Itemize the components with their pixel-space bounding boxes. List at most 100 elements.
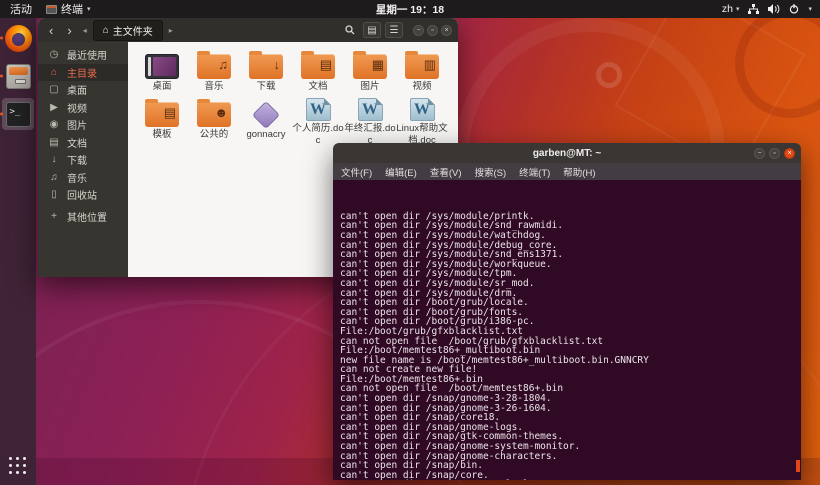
word-doc-letter: W [310,100,326,118]
path-scroll-right-icon[interactable]: ▸ [167,26,175,35]
home-icon: ⌂ [102,24,109,36]
file-item-label: 模板 [152,129,172,140]
file-item[interactable]: ▥ 视频 [396,50,448,98]
file-item-label: gonnacry [246,129,286,140]
menu-search[interactable]: 搜索(S) [474,165,506,179]
video-icon: ▶ [50,101,58,113]
terminal-scrollbar[interactable] [796,460,800,472]
file-item[interactable]: ♫ 音乐 [188,50,240,98]
back-button[interactable]: ‹ [44,24,58,37]
path-button-home[interactable]: ⌂ 主文件夹 [92,19,163,41]
file-item[interactable]: W 年终汇报.doc [344,98,396,146]
chevron-down-icon[interactable]: ▾ [808,5,812,13]
chevron-down-icon: ▾ [735,6,740,13]
sidebar-item-video[interactable]: ▶ 视频 [38,99,128,117]
volume-icon[interactable] [768,4,780,14]
sidebar-item-desktop-folder[interactable]: ▢ 桌面 [38,81,128,99]
app-menu-label: 终端 [61,4,83,16]
folder-emblem-icon: ▥ [423,57,436,72]
keyboard-layout-indicator[interactable]: zh ▾ [722,3,740,15]
file-item[interactable]: ↓ 下载 [240,50,292,98]
folder-icon: ▥ [405,51,439,79]
path-button-label: 主文件夹 [112,26,153,38]
sidebar-item-label: 回收站 [67,191,97,203]
path-scroll-left-icon[interactable]: ◂ [81,26,89,35]
maximize-button[interactable]: ▫ [769,147,780,159]
file-item-label: 下载 [256,81,276,92]
activities-button[interactable]: 活动 [10,1,32,17]
sidebar-item-label: 桌面 [67,86,87,98]
file-item[interactable]: 桌面 [136,50,188,98]
document-icon: ▤ [49,136,59,148]
sidebar-item-trash[interactable]: ▯ 回收站 [38,186,128,204]
sidebar-item-other-locations[interactable]: + 其他位置 [38,208,128,226]
minimize-button[interactable]: − [413,24,424,36]
close-button[interactable]: × [784,147,795,159]
download-icon: ↓ [51,154,57,166]
sidebar-item-music[interactable]: ♫ 音乐 [38,169,128,187]
file-item[interactable]: W 个人简历.doc [292,98,344,146]
file-item-label: 音乐 [204,81,224,92]
sidebar-item-label: 音乐 [67,173,87,185]
terminal-titlebar[interactable]: garben@MT: ~ − ▫ × [333,143,801,163]
trash-icon: ▯ [51,189,57,201]
running-indicator [0,112,3,116]
file-item-label: 文档 [308,81,328,92]
menu-view[interactable]: 查看(V) [430,165,462,179]
folder-icon: ▤ [145,99,179,127]
terminal-screen[interactable]: can't open dir /sys/module/printk. can't … [333,180,801,480]
menu-terminal[interactable]: 终端(T) [519,165,550,179]
network-icon[interactable] [748,4,760,14]
sidebar-item-label: 最近使用 [67,51,107,63]
view-toggle-button[interactable]: ▤ [363,22,381,38]
desktop-icon [145,54,179,79]
sidebar-item-label: 文档 [67,138,87,150]
file-item-label: 桌面 [152,81,172,92]
sidebar-item-label: 下载 [67,156,87,168]
file-item[interactable]: W Linux帮助文档.doc [396,98,448,146]
terminal-icon: >_ [5,101,31,127]
clock[interactable]: 星期一 19：18 [376,2,444,17]
folder-icon: ↓ [249,51,283,79]
file-item-label: 图片 [360,81,380,92]
word-document-icon: W [305,98,331,122]
files-icon [5,63,31,89]
file-item[interactable]: ▤ 文档 [292,50,344,98]
sidebar-item-camera[interactable]: ◉ 图片 [38,116,128,134]
folder-icon: ☻ [197,99,231,127]
sidebar-item-download[interactable]: ↓ 下载 [38,151,128,169]
file-item[interactable]: gonnacry [240,98,292,146]
sidebar-item-clock[interactable]: ◷ 最近使用 [38,46,128,64]
sidebar-item-document[interactable]: ▤ 文档 [38,134,128,152]
file-item-label: 公共的 [199,129,229,140]
file-item[interactable]: ☻ 公共的 [188,98,240,146]
desktop-folder-icon: ▢ [49,84,59,96]
sidebar-item-label: 视频 [67,103,87,115]
menu-edit[interactable]: 编辑(E) [385,165,417,179]
forward-button[interactable]: › [62,24,76,37]
file-item[interactable]: ▤ 模板 [136,98,188,146]
folder-emblem-icon: ▤ [319,57,332,72]
menu-file[interactable]: 文件(F) [341,165,372,179]
menu-help[interactable]: 帮助(H) [563,165,595,179]
dock-item-terminal[interactable]: >_ [0,98,34,130]
sidebar-item-home[interactable]: ⌂ 主目录 [38,63,128,81]
app-menu-button[interactable]: 终端 ▾ [46,1,91,17]
home-icon: ⌂ [50,66,58,78]
folder-icon: ▤ [301,51,335,79]
hamburger-icon: ☰ [389,24,399,36]
dock-item-files[interactable] [0,60,34,92]
file-item[interactable]: ▦ 图片 [344,50,396,98]
search-button[interactable] [341,22,359,38]
binary-file-icon [252,101,280,129]
close-button[interactable]: × [441,24,452,36]
top-bar: 活动 终端 ▾ 星期一 19：18 zh ▾ ▾ [0,0,820,18]
firefox-icon [4,24,32,52]
dock-item-firefox[interactable] [0,22,34,54]
running-indicator [0,36,3,40]
menu-button[interactable]: ☰ [385,22,403,38]
show-applications-button[interactable] [6,454,30,478]
maximize-button[interactable]: ▫ [427,24,438,36]
minimize-button[interactable]: − [754,147,765,159]
power-icon[interactable] [789,4,799,14]
